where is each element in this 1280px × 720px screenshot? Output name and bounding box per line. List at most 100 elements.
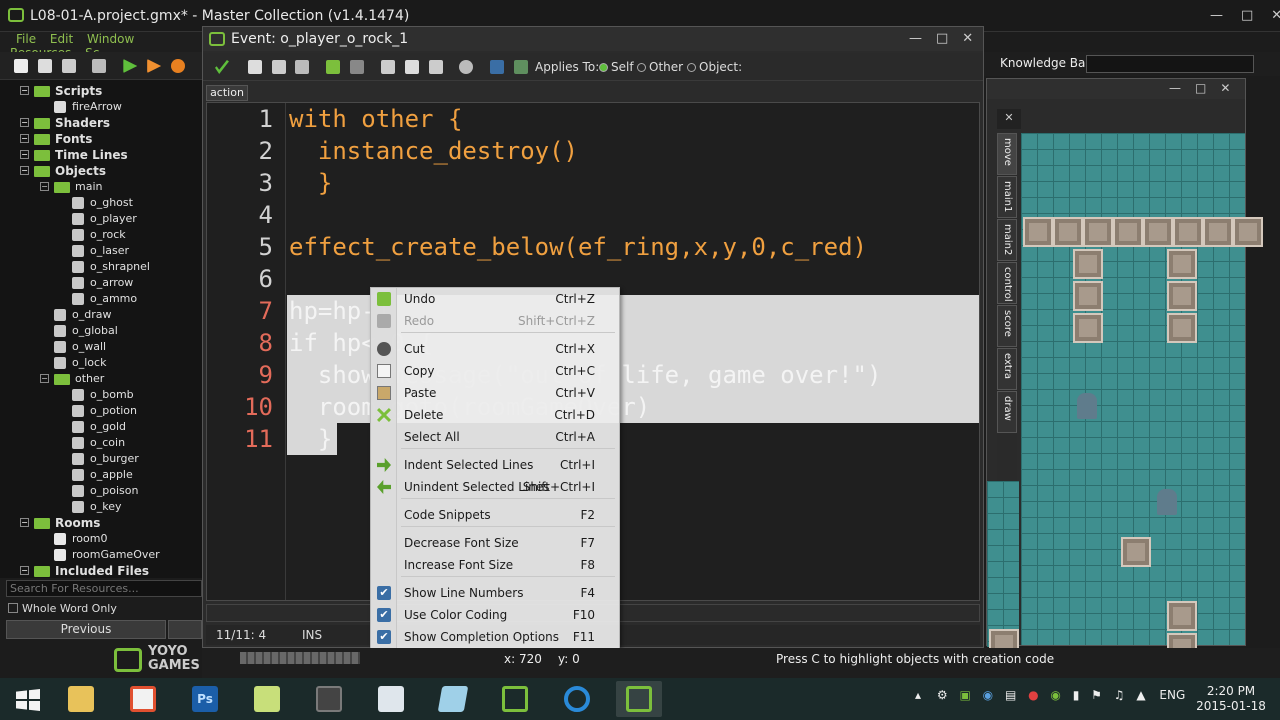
- print-icon[interactable]: [295, 60, 310, 74]
- applies-self-radio[interactable]: Self: [599, 60, 634, 74]
- expand-toggle-icon[interactable]: −: [40, 374, 49, 383]
- applies-object-radio[interactable]: Object:: [687, 60, 742, 74]
- menu-item-copy[interactable]: Copy Ctrl+C: [371, 360, 619, 382]
- minimize-icon[interactable]: —: [1210, 8, 1223, 23]
- tray-stop-icon[interactable]: ●: [1028, 688, 1038, 702]
- tray-shield-icon[interactable]: ◉: [983, 688, 993, 702]
- wall-block[interactable]: [1143, 217, 1173, 247]
- taskbar-app[interactable]: [430, 681, 476, 717]
- room-canvas[interactable]: [1021, 133, 1263, 663]
- expand-toggle-icon[interactable]: −: [20, 118, 29, 127]
- menu-item-indent-selected-lines[interactable]: Indent Selected Lines Ctrl+I: [371, 454, 619, 476]
- wall-block[interactable]: [1121, 537, 1151, 567]
- tree-item[interactable]: o_player: [72, 211, 137, 227]
- resource-search-input[interactable]: Search For Resources...: [6, 580, 202, 597]
- taskbar-store[interactable]: [120, 681, 166, 717]
- menu-item-undo[interactable]: Undo Ctrl+Z: [371, 288, 619, 310]
- tree-item[interactable]: o_bomb: [72, 387, 134, 403]
- menu-item-unindent-selected-lines[interactable]: Unindent Selected Lines Shift+Ctrl+I: [371, 476, 619, 498]
- tray-gamemaker-icon[interactable]: ▣: [959, 688, 970, 702]
- paste-toolbar-icon[interactable]: [428, 60, 443, 74]
- expand-toggle-icon[interactable]: −: [20, 134, 29, 143]
- save-project-icon[interactable]: [61, 59, 76, 73]
- tree-item[interactable]: o_wall: [54, 339, 106, 355]
- menu-item-cut[interactable]: Cut Ctrl+X: [371, 338, 619, 360]
- room-close-icon[interactable]: ✕: [1220, 81, 1230, 95]
- menu-item-paste[interactable]: Paste Ctrl+V: [371, 382, 619, 404]
- tree-item[interactable]: o_global: [54, 323, 118, 339]
- menu-edit[interactable]: Edit: [50, 32, 73, 46]
- wall-block[interactable]: [1083, 217, 1113, 247]
- wall-block[interactable]: [1203, 217, 1233, 247]
- taskbar-gamemaker-2[interactable]: [616, 681, 662, 717]
- tree-item[interactable]: o_arrow: [72, 275, 133, 291]
- menu-item-code-snippets[interactable]: Code Snippets F2: [371, 504, 619, 526]
- taskbar-gamemaker-1[interactable]: [492, 681, 538, 717]
- tray-wifi-icon[interactable]: ▲: [1136, 688, 1145, 702]
- applies-other-radio[interactable]: Other: [637, 60, 683, 74]
- variables-icon[interactable]: [514, 60, 529, 74]
- room-tab[interactable]: move: [997, 133, 1017, 175]
- show-hidden-icon[interactable]: ▴: [915, 688, 921, 702]
- new-project-icon[interactable]: [14, 59, 28, 73]
- run-game-icon[interactable]: [123, 59, 138, 73]
- room-tab[interactable]: main1: [997, 176, 1017, 218]
- tree-item[interactable]: − main: [40, 179, 102, 195]
- maximize-icon[interactable]: □: [1241, 8, 1253, 23]
- copy-toolbar-icon[interactable]: [404, 60, 419, 74]
- code-line[interactable]: }: [289, 167, 332, 199]
- load-icon[interactable]: [247, 60, 262, 74]
- wall-block[interactable]: [1167, 281, 1197, 311]
- undo-toolbar-icon[interactable]: [326, 60, 341, 74]
- wall-block[interactable]: [1073, 249, 1103, 279]
- ok-check-icon[interactable]: [215, 60, 229, 74]
- create-exe-icon[interactable]: [92, 59, 107, 73]
- debug-game-icon[interactable]: [147, 59, 162, 73]
- tray-flag-icon[interactable]: ⚑: [1091, 688, 1102, 702]
- tree-item[interactable]: o_laser: [72, 243, 129, 259]
- tree-item[interactable]: o_potion: [72, 403, 137, 419]
- taskbar-internet-explorer[interactable]: [554, 681, 600, 717]
- room-tab[interactable]: extra: [997, 348, 1017, 390]
- cut-toolbar-icon[interactable]: [380, 60, 395, 74]
- tree-item[interactable]: − Rooms: [20, 515, 100, 531]
- menu-item-use-color-coding[interactable]: ✔ Use Color Coding F10: [371, 604, 619, 626]
- room-maximize-icon[interactable]: □: [1195, 81, 1206, 95]
- menu-item-show-completion-options[interactable]: ✔ Show Completion Options F11: [371, 626, 619, 648]
- code-line[interactable]: instance_destroy(): [289, 135, 578, 167]
- menu-item-delete[interactable]: Delete Ctrl+D: [371, 404, 619, 426]
- menu-item-increase-font-size[interactable]: Increase Font Size F8: [371, 554, 619, 576]
- expand-toggle-icon[interactable]: −: [20, 86, 29, 95]
- expand-toggle-icon[interactable]: −: [40, 182, 49, 191]
- redo-toolbar-icon[interactable]: [350, 60, 365, 74]
- menu-item-redo[interactable]: Redo Shift+Ctrl+Z: [371, 310, 619, 332]
- next-button[interactable]: [168, 620, 202, 639]
- previous-button[interactable]: Previous: [6, 620, 166, 639]
- menu-file[interactable]: File: [16, 32, 36, 46]
- tray-security-icon[interactable]: ◉: [1050, 688, 1060, 702]
- tree-item[interactable]: o_apple: [72, 467, 133, 483]
- tree-item[interactable]: o_shrapnel: [72, 259, 150, 275]
- wall-block[interactable]: [1073, 281, 1103, 311]
- room-subwindow-close-icon[interactable]: ✕: [997, 109, 1021, 129]
- room-tab[interactable]: draw: [997, 391, 1017, 433]
- tree-item[interactable]: o_coin: [72, 435, 125, 451]
- start-button[interactable]: [4, 681, 50, 717]
- close-icon[interactable]: ✕: [1271, 8, 1280, 23]
- wall-block[interactable]: [1167, 249, 1197, 279]
- event-minimize-icon[interactable]: —: [909, 31, 922, 46]
- taskbar-recorder[interactable]: [306, 681, 352, 717]
- code-line[interactable]: effect_create_below(ef_ring,x,y,0,c_red): [289, 231, 867, 263]
- room-tab[interactable]: main2: [997, 219, 1017, 261]
- menu-item-show-line-numbers[interactable]: ✔ Show Line Numbers F4: [371, 582, 619, 604]
- whole-word-only-checkbox[interactable]: Whole Word Only: [6, 600, 202, 618]
- input-language[interactable]: ENG: [1159, 688, 1185, 702]
- wall-block[interactable]: [1173, 217, 1203, 247]
- room-canvas-left[interactable]: [987, 481, 1019, 659]
- tree-item[interactable]: o_gold: [72, 419, 126, 435]
- ghost-instance[interactable]: [1157, 489, 1177, 515]
- tree-item[interactable]: room0: [54, 531, 107, 547]
- tree-item[interactable]: − Fonts: [20, 131, 92, 147]
- tree-item[interactable]: − Included Files: [20, 563, 149, 578]
- code-line[interactable]: with other {: [289, 103, 462, 135]
